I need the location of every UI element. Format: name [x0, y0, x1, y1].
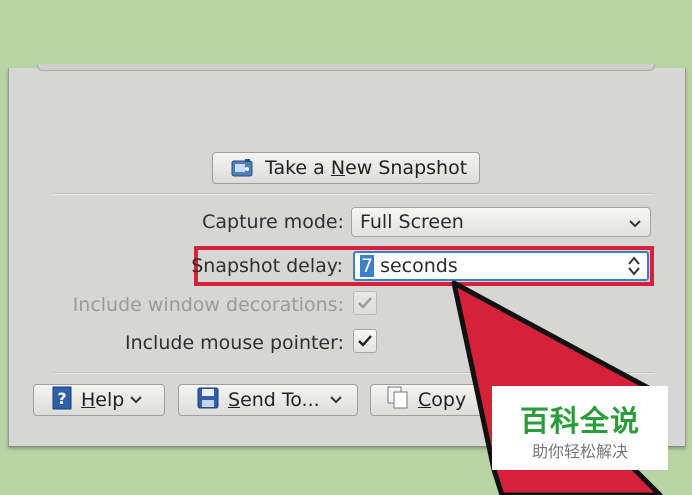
separator [53, 193, 653, 195]
watermark-subtitle: 助你轻松解决 [531, 442, 628, 461]
send-to-button[interactable]: Send To... [178, 384, 358, 416]
spin-arrows-icon[interactable] [627, 255, 641, 277]
capture-mode-label: Capture mode: [202, 211, 344, 233]
snapshot-delay-value[interactable]: 7 [360, 255, 375, 277]
copy-icon [387, 386, 409, 415]
window-decorations-checkbox[interactable] [353, 291, 377, 315]
help-icon: ? [52, 386, 72, 415]
svg-text:?: ? [57, 389, 66, 408]
save-icon [197, 387, 219, 414]
checkmark-icon [358, 297, 372, 309]
help-button[interactable]: ? Help [33, 384, 165, 416]
capture-mode-value: Full Screen [360, 211, 464, 233]
capture-mode-select[interactable]: Full Screen [351, 207, 651, 237]
checkmark-icon [358, 335, 372, 347]
send-to-label: Send To... [228, 389, 320, 411]
mouse-pointer-checkbox[interactable] [353, 329, 377, 353]
camera-icon [231, 158, 253, 178]
window-decorations-label: Include window decorations: [72, 294, 344, 316]
chevron-down-icon [130, 389, 143, 411]
watermark-logo: 百科全说 助你轻松解决 [492, 386, 668, 470]
take-new-snapshot-label: Take a New Snapshot [265, 157, 468, 179]
preview-frame-edge [37, 64, 655, 71]
chevron-down-icon [329, 389, 342, 411]
chevron-down-icon [628, 214, 642, 228]
snapshot-delay-unit: seconds [380, 255, 458, 277]
help-label: Help [81, 389, 125, 411]
mouse-pointer-label: Include mouse pointer: [124, 332, 344, 354]
watermark-title: 百科全说 [519, 404, 640, 438]
take-new-snapshot-button[interactable]: Take a New Snapshot [212, 152, 480, 184]
snapshot-delay-label: Snapshot delay: [191, 255, 343, 277]
